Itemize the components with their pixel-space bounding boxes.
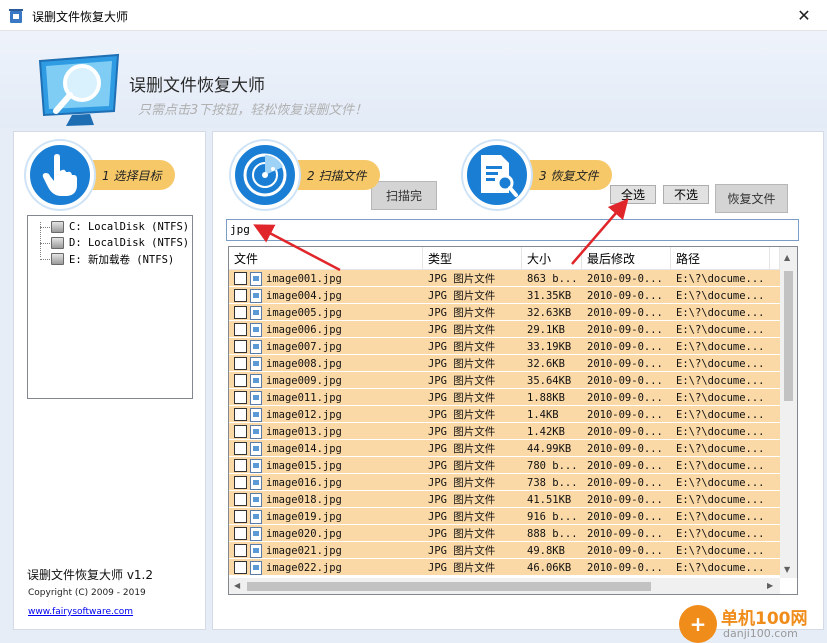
arrow-to-filter (253, 224, 341, 272)
arrow-to-select-all (571, 198, 629, 265)
watermark-url: danji100.com (723, 627, 798, 640)
annotation-arrows (253, 198, 629, 272)
step-2-label: 2 扫描文件 (285, 160, 381, 190)
radar-icon (243, 153, 287, 197)
watermark-brand: 单机100网 (721, 609, 808, 629)
step-3-label: 3 恢复文件 (517, 160, 613, 190)
watermark: + 单机100网 danji100.com (679, 603, 827, 643)
step-1-label: 1 选择目标 (80, 160, 176, 190)
plus-logo-icon: + (679, 605, 717, 643)
document-search-icon (481, 155, 518, 197)
hand-pointer-icon (42, 154, 77, 196)
